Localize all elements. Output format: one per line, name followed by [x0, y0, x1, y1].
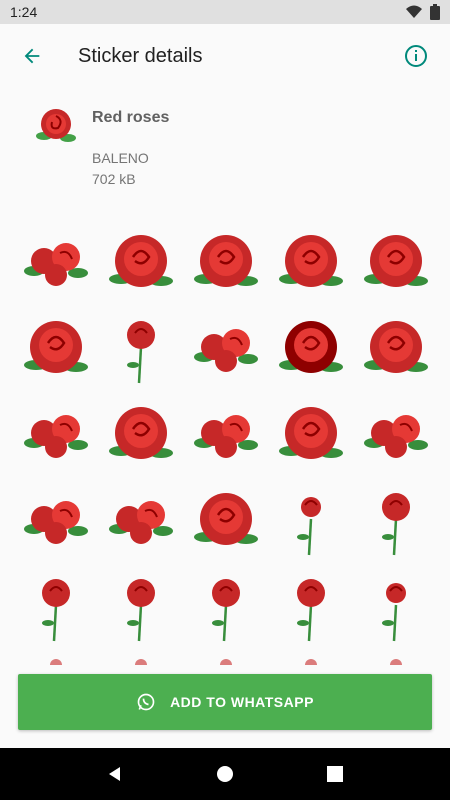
sticker-item[interactable] — [184, 478, 268, 564]
status-bar: 1:24 — [0, 0, 450, 24]
sticker-item[interactable] — [269, 478, 353, 564]
pack-size: 702 kB — [92, 171, 136, 187]
sticker-item[interactable] — [184, 392, 268, 478]
whatsapp-icon — [137, 693, 155, 711]
triangle-back-icon — [109, 767, 120, 781]
rose-sticker-icon — [109, 407, 173, 459]
square-recents-icon — [327, 766, 343, 782]
sticker-item[interactable] — [269, 306, 353, 392]
sticker-item[interactable] — [354, 650, 438, 665]
sticker-item[interactable] — [184, 220, 268, 306]
pack-name: Red roses — [92, 109, 170, 126]
app-bar: Sticker details — [0, 24, 450, 88]
sticker-details-screen: 1:24 Sticker details Red roses BALENO 70… — [0, 0, 450, 800]
sticker-item[interactable] — [14, 478, 98, 564]
rose-sticker-icon — [109, 501, 173, 544]
rose-sticker-icon — [194, 493, 258, 545]
rose-sticker-icon — [382, 493, 410, 556]
nav-recents-button[interactable] — [311, 750, 359, 798]
rose-sticker-icon — [24, 243, 88, 286]
sticker-item[interactable] — [354, 564, 438, 650]
info-icon — [405, 45, 427, 67]
rose-sticker-icon — [194, 329, 258, 372]
rose-sticker-icon — [109, 235, 173, 287]
sticker-item[interactable] — [14, 392, 98, 478]
sticker-item[interactable] — [269, 564, 353, 650]
circle-home-icon — [217, 766, 233, 782]
wifi-icon — [406, 5, 422, 18]
rose-sticker-icon — [24, 321, 88, 373]
rose-sticker-icon — [50, 659, 62, 665]
sticker-item[interactable] — [99, 306, 183, 392]
nav-back-button[interactable] — [91, 750, 139, 798]
arrow-back-icon — [24, 48, 40, 64]
pack-tray-icon — [36, 109, 76, 142]
rose-sticker-icon — [297, 497, 321, 556]
pack-publisher: BALENO — [92, 150, 149, 166]
rose-sticker-icon — [127, 579, 155, 642]
sticker-item[interactable] — [269, 650, 353, 665]
pack-header: Red roses BALENO 702 kB — [0, 96, 450, 206]
sticker-item[interactable] — [184, 306, 268, 392]
sticker-item[interactable] — [99, 650, 183, 665]
sticker-item[interactable] — [269, 220, 353, 306]
nav-home-button[interactable] — [201, 750, 249, 798]
rose-sticker-icon — [382, 583, 406, 642]
status-icons — [406, 4, 440, 20]
sticker-item[interactable] — [14, 306, 98, 392]
sticker-item[interactable] — [99, 478, 183, 564]
sticker-item[interactable] — [99, 392, 183, 478]
rose-sticker-icon — [194, 415, 258, 458]
rose-sticker-icon — [24, 415, 88, 458]
status-time: 1:24 — [10, 4, 38, 20]
rose-sticker-icon — [220, 659, 232, 665]
add-to-whatsapp-button[interactable]: ADD TO WHATSAPP — [18, 674, 432, 730]
rose-sticker-icon — [212, 579, 240, 642]
sticker-item[interactable] — [14, 650, 98, 665]
add-button-label: ADD TO WHATSAPP — [170, 694, 314, 710]
back-button[interactable] — [4, 28, 60, 84]
page-title: Sticker details — [78, 44, 203, 67]
sticker-item[interactable] — [354, 306, 438, 392]
sticker-item[interactable] — [184, 650, 268, 665]
rose-sticker-icon — [364, 321, 428, 373]
rose-sticker-icon — [42, 579, 70, 642]
sticker-item[interactable] — [269, 392, 353, 478]
sticker-item[interactable] — [99, 220, 183, 306]
sticker-item[interactable] — [14, 220, 98, 306]
sticker-item[interactable] — [354, 478, 438, 564]
rose-sticker-icon — [390, 659, 402, 665]
rose-sticker-icon — [364, 415, 428, 458]
rose-sticker-icon — [364, 235, 428, 287]
sticker-item[interactable] — [354, 220, 438, 306]
rose-sticker-icon — [279, 235, 343, 287]
rose-sticker-icon — [135, 659, 147, 665]
battery-icon — [430, 4, 440, 20]
rose-sticker-icon — [305, 659, 317, 665]
rose-sticker-icon — [194, 235, 258, 287]
sticker-item[interactable] — [99, 564, 183, 650]
sticker-item[interactable] — [184, 564, 268, 650]
rose-sticker-icon — [297, 579, 325, 642]
rose-sticker-icon — [279, 321, 343, 373]
sticker-grid — [14, 220, 438, 665]
rose-sticker-icon — [127, 321, 155, 384]
info-button[interactable] — [392, 32, 440, 80]
navigation-bar — [0, 748, 450, 800]
sticker-item[interactable] — [354, 392, 438, 478]
rose-sticker-icon — [24, 501, 88, 544]
rose-sticker-icon — [279, 407, 343, 459]
sticker-item[interactable] — [14, 564, 98, 650]
